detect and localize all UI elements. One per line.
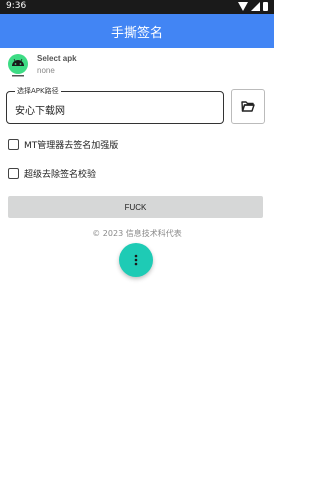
status-bar: 9:36 [0,0,274,14]
apk-path-field[interactable]: 选择APK路径 安心下载网 [6,86,224,124]
folder-button[interactable] [231,89,265,124]
fuck-button[interactable]: FUCK [8,196,263,218]
option-label: MT管理器去签名加强版 [24,140,119,151]
app-bar: 手撕签名 [0,14,274,48]
option-super-remove[interactable]: 超级去除签名校验 [8,166,96,180]
select-apk-row[interactable]: Select apk none [0,48,274,84]
wifi-icon [238,2,248,11]
apk-path-value[interactable]: 安心下载网 [15,102,65,117]
checkbox[interactable] [8,167,19,179]
status-time: 9:36 [6,1,27,11]
signal-icon [251,2,260,11]
android-icon [8,54,28,77]
status-icons [238,2,268,11]
more-fab[interactable] [119,243,153,277]
checkbox[interactable] [8,138,19,150]
footer-copyright: © 2023 信息技术科代表 [92,229,182,238]
option-mt-enhanced[interactable]: MT管理器去签名加强版 [8,137,118,151]
apk-subtitle: none [37,66,55,75]
apk-title: Select apk [37,54,77,63]
option-label: 超级去除签名校验 [24,169,97,180]
more-vert-icon [134,254,138,266]
folder-open-icon [241,100,255,112]
apk-path-label: 选择APK路径 [15,86,61,96]
app-title: 手撕签名 [110,25,163,41]
battery-icon [263,2,268,11]
